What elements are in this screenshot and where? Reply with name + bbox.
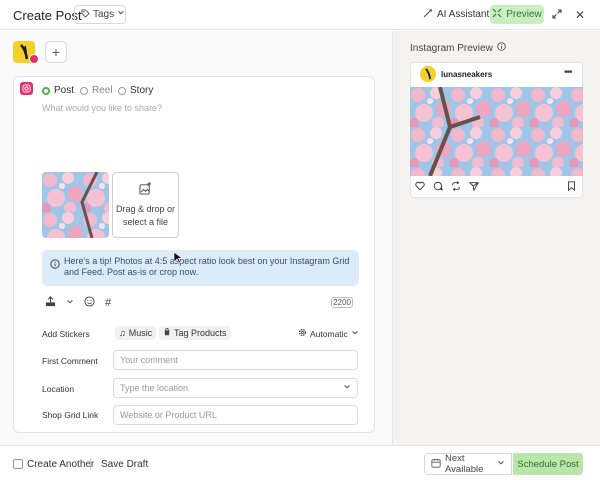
music-label: Music (128, 328, 153, 338)
instagram-badge-icon (29, 54, 39, 64)
location-label: Location (42, 384, 75, 394)
preview-title: Instagram Preview (410, 42, 506, 54)
ai-assistant-label: AI Assistant (437, 9, 490, 20)
post-type-story[interactable]: Story (118, 85, 153, 96)
character-count: 2200 (331, 297, 353, 308)
preview-button[interactable]: Preview (490, 5, 544, 24)
location-placeholder: Type the location (120, 383, 189, 393)
preview-actions (415, 181, 479, 194)
preview-image (410, 87, 583, 176)
first-comment-label: First Comment (42, 356, 98, 366)
chevron-down-icon (351, 329, 359, 339)
expand-icon[interactable] (552, 9, 562, 22)
mouse-cursor-icon (173, 251, 183, 267)
music-icon: ♫ (119, 328, 126, 338)
preview-label: Preview (506, 9, 542, 20)
preview-avatar (420, 66, 436, 82)
shopping-bag-icon (163, 328, 171, 338)
more-icon[interactable]: ••• (564, 67, 572, 78)
media-thumbnail[interactable] (42, 172, 109, 238)
tags-label: Tags (93, 9, 115, 20)
save-draft-button[interactable]: Save Draft (101, 459, 148, 470)
dropzone-text: select a file (122, 216, 169, 227)
heart-icon (415, 181, 425, 194)
tip-banner: Here's a tip! Photos at 4:5 aspect ratio… (42, 250, 359, 286)
tag-icon (81, 8, 90, 21)
dropzone-text: Drag & drop or (115, 203, 176, 214)
tag-products-label: Tag Products (174, 328, 227, 338)
schedule-post-button[interactable]: Schedule Post (513, 453, 583, 475)
emoji-icon[interactable] (84, 296, 95, 310)
chevron-down-icon (497, 459, 505, 470)
info-icon[interactable] (497, 42, 506, 54)
upload-media-icon[interactable] (45, 296, 56, 310)
add-account-button[interactable]: + (45, 41, 67, 63)
preview-username: lunasneakers (441, 70, 493, 79)
first-comment-input[interactable]: Your comment (113, 350, 358, 370)
create-another-checkbox[interactable] (13, 459, 23, 469)
radio-icon (118, 86, 126, 95)
editor-toolbar: # (45, 296, 111, 310)
chevron-down-icon[interactable] (66, 297, 74, 309)
page-title: Create Post (13, 8, 82, 23)
info-icon (50, 259, 60, 272)
hashtag-icon[interactable]: # (105, 297, 111, 309)
radio-icon (80, 86, 88, 95)
instagram-icon (20, 82, 33, 95)
repost-icon (451, 181, 461, 194)
automatic-label: Automatic (310, 328, 348, 339)
location-input[interactable]: Type the location (113, 378, 358, 398)
caption-input[interactable]: What would you like to share? (42, 103, 162, 113)
post-type-label: Post (54, 85, 75, 96)
bookmark-icon (567, 181, 576, 194)
footer-divider (90, 458, 91, 470)
image-add-icon (139, 181, 152, 199)
shop-link-input[interactable]: Website or Product URL (113, 405, 358, 425)
ai-assistant-button[interactable]: AI Assistant (423, 5, 489, 24)
shop-link-label: Shop Grid Link (42, 410, 99, 420)
chevron-down-icon (117, 9, 125, 20)
next-available-dropdown[interactable]: Next Available (424, 453, 512, 475)
comment-icon (433, 181, 444, 194)
magic-wand-icon (423, 8, 433, 21)
post-type-label: Story (130, 85, 154, 96)
share-icon (468, 181, 479, 194)
stickers-label: Add Stickers (42, 329, 90, 339)
automatic-dropdown[interactable]: Automatic (298, 328, 359, 339)
post-type-post[interactable]: Post (42, 85, 74, 96)
close-icon[interactable]: ✕ (575, 8, 585, 22)
music-button[interactable]: ♫ Music (115, 326, 157, 340)
preview-icon (492, 8, 502, 21)
media-dropzone[interactable]: Drag & drop or select a file (112, 172, 179, 238)
chevron-down-icon (343, 383, 351, 393)
gear-icon (298, 328, 307, 339)
radio-selected-icon (42, 86, 50, 95)
create-another-label[interactable]: Create Another (27, 459, 94, 470)
post-type-reel[interactable]: Reel (80, 85, 113, 96)
post-type-label: Reel (92, 85, 113, 96)
next-available-label: Next Available (445, 453, 484, 475)
tags-button[interactable]: Tags (74, 5, 126, 24)
preview-title-text: Instagram Preview (410, 42, 493, 54)
calendar-icon (431, 458, 441, 471)
tag-products-button[interactable]: Tag Products (159, 326, 231, 340)
